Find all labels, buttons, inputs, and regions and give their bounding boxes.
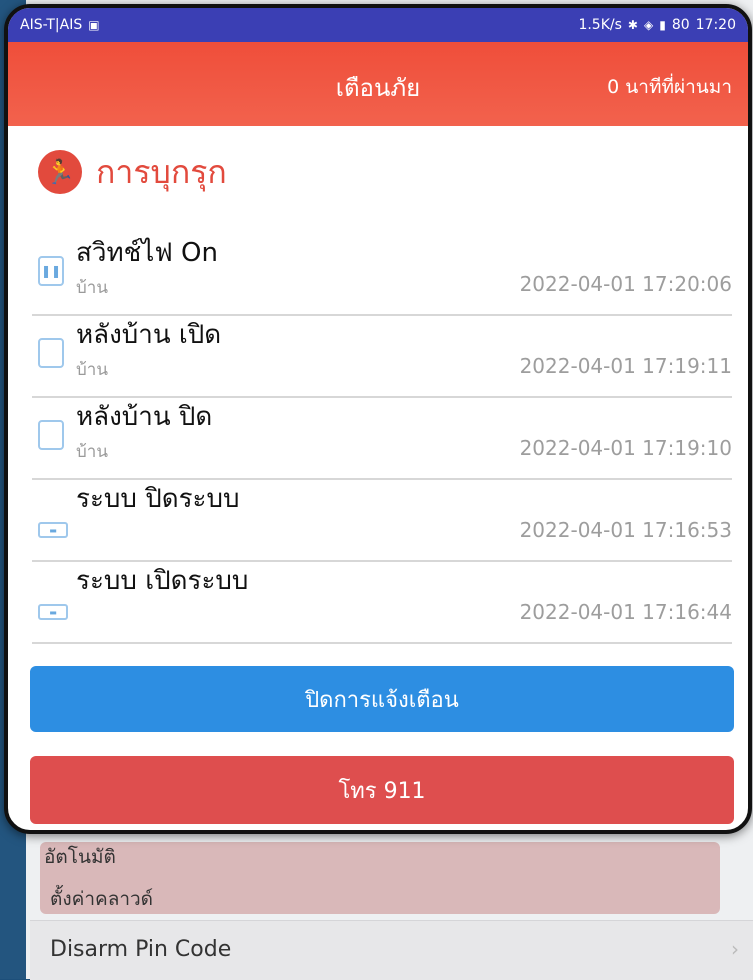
signal-icon: ▮ xyxy=(659,18,666,32)
event-timestamp: 2022-04-01 17:16:44 xyxy=(519,600,732,624)
door-sensor-icon xyxy=(38,420,64,450)
event-title: ระบบ เปิดระบบ xyxy=(76,566,249,596)
switch-icon: ❚❚ xyxy=(38,256,64,286)
panel-icon: ▬ xyxy=(38,604,68,620)
event-location: บ้าน xyxy=(76,278,108,298)
background-auto-label: อัตโนมัติ xyxy=(44,846,116,868)
sim-icon: ▣ xyxy=(88,18,100,32)
status-bar: AIS-T|AIS ▣ 1.5K/s ✱ ◈ ▮ 80 17:20 xyxy=(8,8,748,42)
event-row[interactable]: หลังบ้าน เปิด บ้าน 2022-04-01 17:19:11 xyxy=(32,316,732,398)
call-911-button[interactable]: โทร 911 xyxy=(30,756,734,824)
event-title: หลังบ้าน เปิด xyxy=(76,320,222,350)
event-row[interactable]: ❚❚ สวิทช์ไฟ On บ้าน 2022-04-01 17:20:06 xyxy=(32,234,732,316)
event-timestamp: 2022-04-01 17:20:06 xyxy=(519,272,732,296)
running-person-icon: 🏃 xyxy=(38,150,82,194)
event-row[interactable]: หลังบ้าน ปิด บ้าน 2022-04-01 17:19:10 xyxy=(32,398,732,480)
event-location: บ้าน xyxy=(76,360,108,380)
background-cloud-settings[interactable]: ตั้งค่าคลาวด์ xyxy=(50,884,153,914)
app-bar: เตือนภัย 0 นาทีที่ผ่านมา xyxy=(8,42,748,126)
carrier-label: AIS-T|AIS xyxy=(20,17,83,33)
intrusion-section-header: 🏃 การบุกรุก xyxy=(8,126,748,198)
door-sensor-icon xyxy=(38,338,64,368)
battery-level: 80 xyxy=(671,17,690,33)
event-title: สวิทช์ไฟ On xyxy=(76,238,218,268)
section-title: การบุกรุก xyxy=(96,152,227,191)
bluetooth-icon: ✱ xyxy=(627,18,638,32)
event-timestamp: 2022-04-01 17:16:53 xyxy=(519,518,732,542)
event-row[interactable]: ▬ ระบบ ปิดระบบ 2022-04-01 17:16:53 xyxy=(32,480,732,562)
event-row[interactable]: ▬ ระบบ เปิดระบบ 2022-04-01 17:16:44 xyxy=(32,562,732,644)
panel-icon: ▬ xyxy=(38,522,68,538)
event-timestamp: 2022-04-01 17:19:11 xyxy=(519,354,732,378)
dismiss-alert-button[interactable]: ปิดการแจ้งเตือน xyxy=(30,666,734,732)
network-speed: 1.5K/s xyxy=(578,17,622,33)
wifi-icon: ◈ xyxy=(643,18,654,32)
elapsed-time: 0 นาทีที่ผ่านมา xyxy=(607,76,732,98)
alarm-dialog: AIS-T|AIS ▣ 1.5K/s ✱ ◈ ▮ 80 17:20 เตือนภ… xyxy=(4,4,752,834)
event-location: บ้าน xyxy=(76,442,108,462)
event-title: ระบบ ปิดระบบ xyxy=(76,484,240,514)
disarm-pin-code-row[interactable]: Disarm Pin Code › xyxy=(30,920,753,980)
event-timestamp: 2022-04-01 17:19:10 xyxy=(519,436,732,460)
event-list: ❚❚ สวิทช์ไฟ On บ้าน 2022-04-01 17:20:06 … xyxy=(8,234,748,644)
disarm-pin-code-label: Disarm Pin Code xyxy=(50,937,232,962)
chevron-right-icon: › xyxy=(731,937,739,961)
event-title: หลังบ้าน ปิด xyxy=(76,402,213,432)
clock: 17:20 xyxy=(695,17,736,33)
